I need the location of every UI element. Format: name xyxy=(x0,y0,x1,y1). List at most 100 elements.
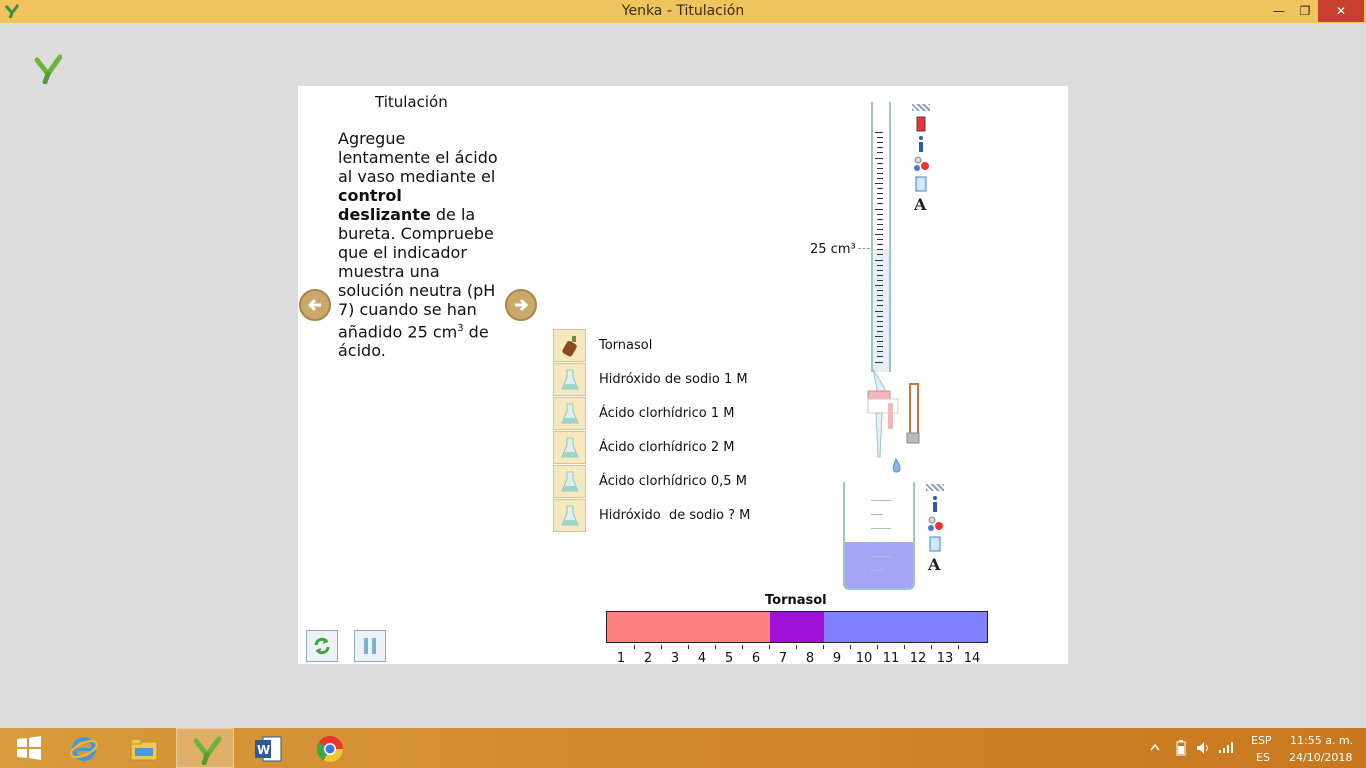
burette-tick xyxy=(877,239,883,241)
reset-button[interactable] xyxy=(306,630,338,662)
chemical-item-tornasol[interactable]: Tornasol xyxy=(553,329,783,363)
fill-icon[interactable] xyxy=(912,115,930,133)
clock-date[interactable]: 24/10/2018 xyxy=(1289,751,1352,764)
previous-page-button[interactable] xyxy=(299,289,331,321)
indicator-bottle-icon[interactable] xyxy=(553,329,586,362)
info-icon[interactable] xyxy=(926,495,944,513)
ph-number-label: 7 xyxy=(778,651,788,666)
chemical-item-hcl-1m[interactable]: Ácido clorhídrico 1 M xyxy=(553,397,783,431)
molecule-icon[interactable] xyxy=(912,155,930,173)
measure-icon[interactable] xyxy=(926,535,944,553)
flask-icon[interactable] xyxy=(553,431,586,464)
ph-number-label: 8 xyxy=(805,651,815,666)
burette-tick xyxy=(877,269,883,271)
pause-button[interactable] xyxy=(354,630,386,662)
ph-tick xyxy=(823,645,824,649)
chemical-label: Ácido clorhídrico 0,5 M xyxy=(599,474,747,489)
taskbar-chrome[interactable] xyxy=(300,728,358,768)
measure-icon[interactable] xyxy=(912,175,930,193)
keyboard-layout-indicator[interactable]: ES xyxy=(1256,751,1270,764)
chemical-item-hcl-2m[interactable]: Ácido clorhídrico 2 M xyxy=(553,431,783,465)
chemical-label: Hidróxido de sodio ? M xyxy=(599,508,751,523)
burette-tick xyxy=(877,218,883,220)
instructions-bold: control deslizante xyxy=(338,186,431,224)
chemical-item-naoh-1m[interactable]: Hidróxido de sodio 1 M xyxy=(553,363,783,397)
burette-tick xyxy=(877,244,883,246)
ph-tick xyxy=(661,645,662,649)
taskbar-word[interactable]: W xyxy=(238,728,296,768)
burette-tick xyxy=(875,234,883,235)
burette-tick xyxy=(877,137,883,139)
ph-number-label: 4 xyxy=(697,651,707,666)
molecule-icon[interactable] xyxy=(926,515,944,533)
burette-tick xyxy=(877,167,883,169)
burette-tick xyxy=(877,203,883,205)
refresh-icon xyxy=(314,637,330,655)
windows-logo-icon xyxy=(17,736,41,760)
burette-tick xyxy=(877,274,883,276)
simulation-panel: Titulación Agregue lentamente el ácido a… xyxy=(298,86,1068,666)
burette-tick xyxy=(877,315,883,317)
volume-icon[interactable] xyxy=(1196,741,1212,755)
flask-icon[interactable] xyxy=(553,499,586,532)
burette-tick xyxy=(877,162,883,164)
ph-number-label: 6 xyxy=(751,651,761,666)
flask-icon[interactable] xyxy=(553,465,586,498)
battery-icon[interactable] xyxy=(1176,740,1186,756)
info-icon[interactable] xyxy=(912,135,930,153)
show-hidden-icons-icon[interactable] xyxy=(1150,743,1160,753)
burette-tick xyxy=(877,341,883,343)
yenka-logo-icon[interactable] xyxy=(34,54,62,84)
language-indicator[interactable]: ESP xyxy=(1251,734,1272,747)
taskbar-file-explorer[interactable] xyxy=(114,728,172,768)
word-icon: W xyxy=(255,736,282,762)
ph-number-label: 14 xyxy=(963,651,981,666)
burette-tick xyxy=(877,351,883,353)
restore-button[interactable]: ❐ xyxy=(1292,0,1318,22)
flask-icon[interactable] xyxy=(553,363,586,396)
ph-scale-title: Tornasol xyxy=(765,593,827,608)
burette-tick xyxy=(877,330,883,332)
clock-time[interactable]: 11:55 a. m. xyxy=(1290,734,1353,747)
beaker[interactable] xyxy=(843,482,915,590)
ph-tick xyxy=(796,645,797,649)
ph-number-label: 1 xyxy=(616,651,626,666)
burette-tick xyxy=(875,310,883,312)
pause-icon xyxy=(364,638,376,654)
tap-slider-control xyxy=(909,383,919,439)
chrome-icon xyxy=(316,736,344,763)
ph-tick xyxy=(958,645,959,649)
burette-tick xyxy=(877,213,883,215)
taskbar-internet-explorer[interactable] xyxy=(54,728,112,768)
chemical-item-hcl-05m[interactable]: Ácido clorhídrico 0,5 M xyxy=(553,465,783,499)
minimize-button[interactable]: — xyxy=(1266,0,1292,22)
burette-tap[interactable] xyxy=(858,369,928,479)
burette-tick xyxy=(877,228,883,230)
text-label-icon[interactable]: A xyxy=(912,195,930,214)
title-bar: Yenka - Titulación — ❐ ✕ xyxy=(0,0,1366,23)
burette-tick xyxy=(877,172,883,174)
close-button[interactable]: ✕ xyxy=(1318,0,1364,22)
text-label-icon[interactable]: A xyxy=(926,555,944,574)
network-signal-icon[interactable] xyxy=(1218,740,1236,754)
taskbar-yenka[interactable] xyxy=(176,728,234,768)
ph-number-label: 2 xyxy=(643,651,653,666)
folder-icon xyxy=(130,738,158,761)
next-page-button[interactable] xyxy=(505,289,537,321)
ph-number-label: 9 xyxy=(832,651,842,666)
burette-tick xyxy=(875,208,883,210)
flask-icon[interactable] xyxy=(553,397,586,430)
burette-tick xyxy=(877,223,883,225)
instructions-text: Agregue lentamente el ácido al vaso medi… xyxy=(338,129,498,361)
chemical-item-naoh-unknown[interactable]: Hidróxido de sodio ? M xyxy=(553,499,783,533)
burette-tick xyxy=(875,285,883,286)
drop-icon xyxy=(892,457,901,473)
burette-level-marker xyxy=(858,248,870,249)
ph-tick xyxy=(742,645,743,649)
arrow-left-icon xyxy=(307,298,321,312)
burette-tick xyxy=(877,188,883,190)
burette-tick xyxy=(875,183,883,184)
ph-color-bar xyxy=(606,611,988,643)
burette-tick xyxy=(875,157,883,159)
start-button[interactable] xyxy=(0,728,58,768)
